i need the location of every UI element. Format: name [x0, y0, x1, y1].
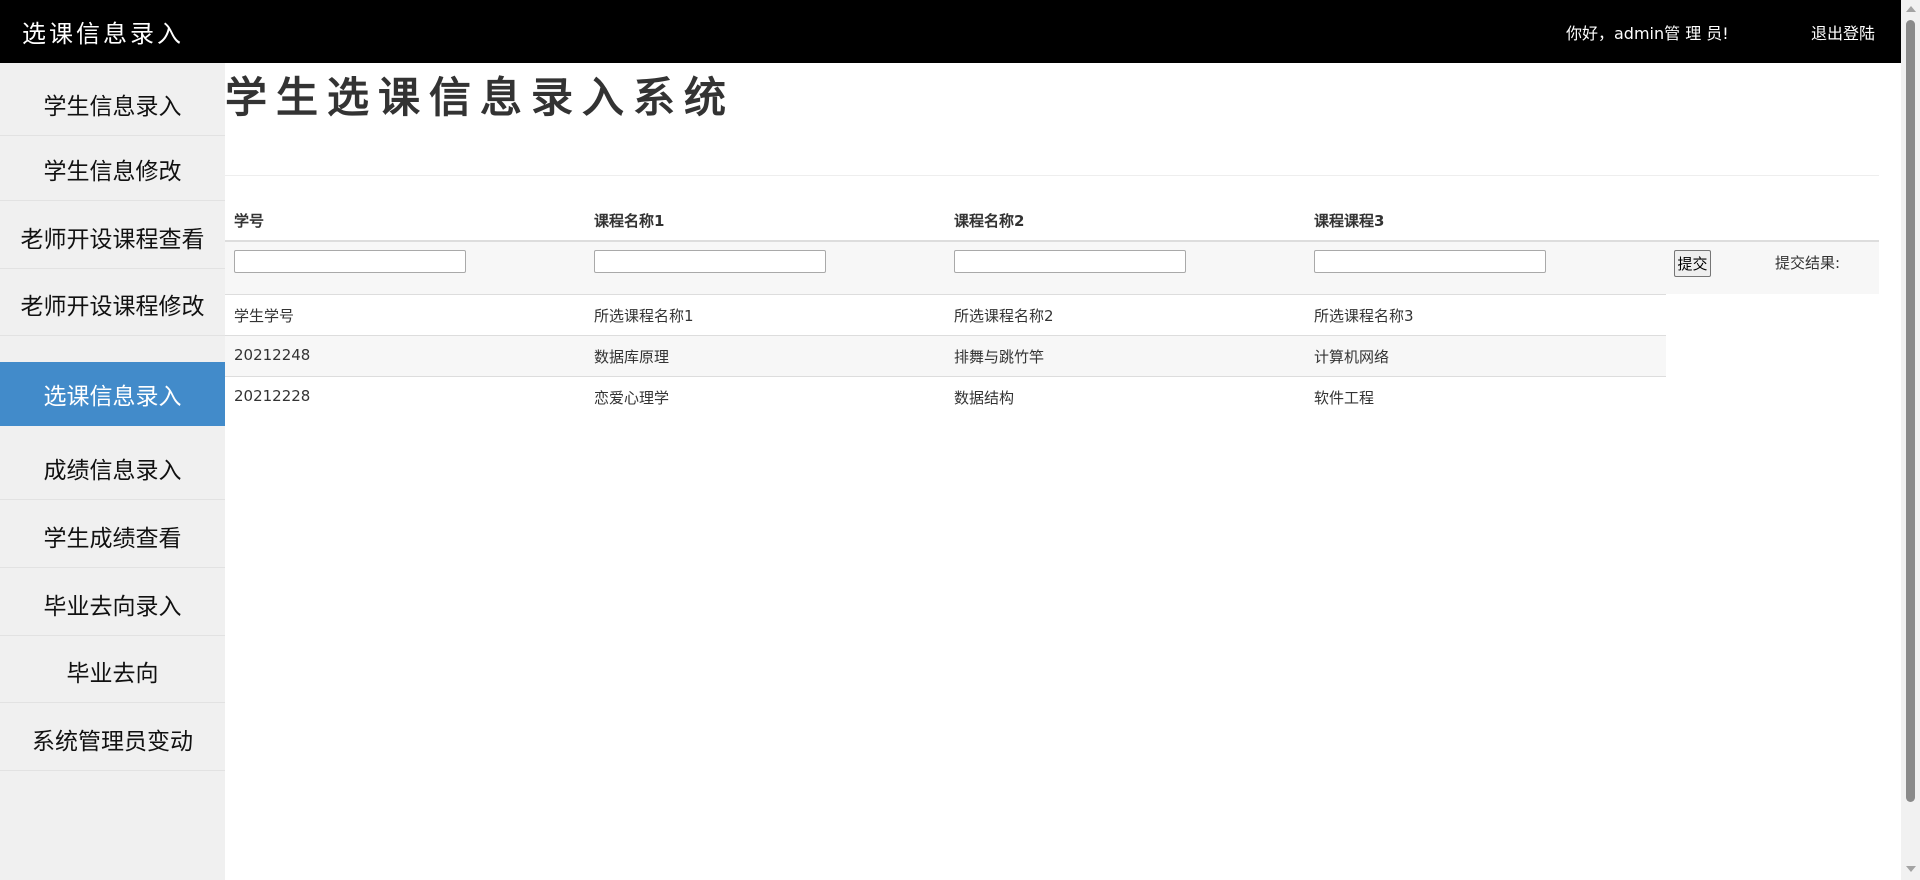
scroll-down-arrow-icon[interactable]: [1906, 866, 1916, 872]
table-row: [225, 376, 1666, 417]
column-header-student-id: 学生学号: [234, 307, 295, 325]
sidebar-item-course-selection-entry[interactable]: 选课信息录入: [0, 362, 225, 426]
logout-link[interactable]: 退出登陆: [1811, 20, 1875, 44]
table-cell-course-3: 软件工程: [1314, 389, 1375, 407]
sidebar-item-student-info-edit[interactable]: 学生信息修改: [0, 137, 225, 201]
table-cell-student-id: 20212248: [234, 346, 311, 364]
form-header-course-3: 课程课程3: [1314, 212, 1385, 230]
table-row: [225, 335, 1666, 376]
page-title: 学生选课信息录入系统: [225, 73, 736, 122]
column-header-course-2: 所选课程名称2: [954, 307, 1054, 325]
sidebar-item-teacher-course-view[interactable]: 老师开设课程查看: [0, 205, 225, 269]
sidebar-item-student-info-entry[interactable]: 学生信息录入: [0, 72, 225, 136]
table-header-row: [225, 294, 1666, 335]
sidebar-item-graduation-destination-entry[interactable]: 毕业去向录入: [0, 572, 225, 636]
top-navbar: 选课信息录入 你好，admin管 理 员! 退出登陆: [0, 0, 1901, 63]
sidebar-item-grade-entry[interactable]: 成绩信息录入: [0, 436, 225, 500]
table-cell-course-1: 恋爱心理学: [594, 389, 670, 407]
user-greeting: 你好，admin管 理 员!: [1566, 24, 1729, 43]
course-2-input[interactable]: [954, 250, 1186, 273]
scroll-up-arrow-icon[interactable]: [1906, 6, 1916, 12]
table-cell-course-2: 数据结构: [954, 389, 1015, 407]
column-header-course-3: 所选课程名称3: [1314, 307, 1414, 325]
sidebar: 学生信息录入 学生信息修改 老师开设课程查看 老师开设课程修改 选课信息录入 成…: [0, 63, 225, 880]
sidebar-item-grade-view[interactable]: 学生成绩查看: [0, 504, 225, 568]
table-cell-student-id: 20212228: [234, 387, 311, 405]
column-header-course-1: 所选课程名称1: [594, 307, 694, 325]
course-3-input[interactable]: [1314, 250, 1546, 273]
title-divider: [225, 175, 1879, 176]
table-cell-course-1: 数据库原理: [594, 348, 670, 366]
app-brand: 选课信息录入: [22, 20, 184, 48]
sidebar-item-teacher-course-edit[interactable]: 老师开设课程修改: [0, 272, 225, 336]
sidebar-item-graduation-destination[interactable]: 毕业去向: [0, 639, 225, 703]
table-cell-course-2: 排舞与跳竹竿: [954, 348, 1045, 366]
form-header-student-id: 学号: [234, 212, 265, 230]
table-cell-course-3: 计算机网络: [1314, 348, 1390, 366]
sidebar-item-admin-change[interactable]: 系统管理员变动: [0, 707, 225, 771]
vertical-scrollbar[interactable]: [1901, 0, 1920, 880]
course-1-input[interactable]: [594, 250, 826, 273]
submit-button[interactable]: 提交: [1674, 250, 1711, 277]
form-header-course-2: 课程名称2: [954, 212, 1025, 230]
submit-result-label: 提交结果:: [1775, 254, 1841, 272]
scroll-thumb[interactable]: [1906, 20, 1915, 802]
student-id-input[interactable]: [234, 250, 466, 273]
form-header-course-1: 课程名称1: [594, 212, 665, 230]
